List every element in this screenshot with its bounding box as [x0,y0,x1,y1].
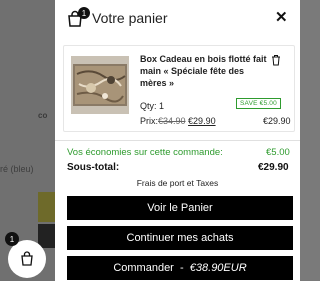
trash-icon[interactable] [271,54,281,66]
continue-shopping-button[interactable]: Continuer mes achats [67,226,293,250]
shopping-bag-icon [21,251,33,266]
line-total: €29.90 [263,116,291,126]
cart-header: 1 Votre panier ✕ [55,0,300,40]
background-text: ré (bleu) [0,164,34,174]
checkout-price: €38.90EUR [189,262,247,274]
checkout-separator: - [179,262,184,274]
savings-value: €5.00 [266,147,290,158]
save-badge: SAVE €5.00 [236,98,281,109]
close-icon[interactable]: ✕ [275,8,288,26]
product-image [71,56,129,114]
new-price: €29.90 [188,116,216,126]
subtotal-label: Sous-total: [67,162,120,173]
checkout-label: Commander [113,262,174,274]
background-button [38,224,56,248]
floating-cart-count-badge: 1 [5,232,19,246]
product-price: Prix:€34.90 €29.90 [140,116,216,126]
shipping-note: Frais de port et Taxes [136,178,219,188]
cart-count-badge: 1 [78,7,90,19]
checkout-button[interactable]: Commander - €38.90EUR [67,256,293,280]
background-text: co [38,111,48,120]
savings-label: Vos économies sur cette commande: [67,147,223,158]
product-name[interactable]: Box Cadeau en bois flotté fait main « Sp… [140,53,270,89]
view-cart-button[interactable]: Voir le Panier [67,196,293,220]
cart-title: Votre panier [92,10,168,26]
background-banner [38,192,56,222]
cart-item: Box Cadeau en bois flotté fait main « Sp… [63,45,295,132]
divider [55,140,300,141]
product-quantity: Qty: 1 [140,101,165,111]
subtotal-value: €29.90 [258,162,289,173]
cart-drawer: 1 Votre panier ✕ Box Cadeau en bois flot… [55,0,300,281]
price-label: Prix: [140,116,158,126]
old-price: €34.90 [158,116,186,126]
